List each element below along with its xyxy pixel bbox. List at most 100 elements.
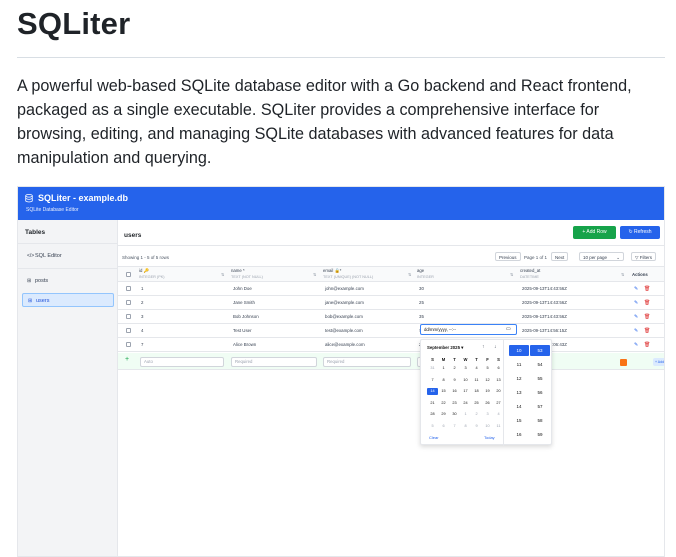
table-row[interactable]: 1 John Doe john@example.com 30 2025-09-1… <box>118 282 664 296</box>
cell-id[interactable]: 3 <box>141 314 143 319</box>
calendar-day[interactable]: 12 <box>482 377 493 384</box>
clear-button[interactable]: Clear <box>429 435 439 440</box>
calendar-day[interactable]: 21 <box>427 400 438 407</box>
calendar-day[interactable]: 5 <box>427 423 438 430</box>
hour-option[interactable]: 14 <box>509 401 529 412</box>
row-checkbox[interactable] <box>126 300 131 305</box>
refresh-button[interactable]: ↻ Refresh <box>620 226 660 239</box>
trash-icon[interactable]: 🗑 <box>644 286 650 292</box>
calendar-day[interactable]: 7 <box>449 423 460 430</box>
calendar-day[interactable]: 10 <box>460 377 471 384</box>
column-header-created-at[interactable]: created_at DATETIME <box>520 268 540 280</box>
calendar-day[interactable]: 4 <box>471 365 482 372</box>
add-button[interactable]: + Add <box>653 358 664 366</box>
calendar-day[interactable]: 1 <box>438 365 449 372</box>
cell-created-at[interactable]: 2025-09-13T14:43:56Z <box>522 314 567 319</box>
sort-icon[interactable]: ⇅ <box>221 272 224 277</box>
minute-option[interactable]: 59 <box>530 429 550 440</box>
minute-option[interactable]: 53 <box>530 345 550 356</box>
trash-icon[interactable]: 🗑 <box>644 328 650 334</box>
sidebar-item-sql-editor[interactable]: </>SQL Editor <box>22 249 114 263</box>
row-checkbox[interactable] <box>126 328 131 333</box>
add-row-button[interactable]: + Add Row <box>573 226 616 239</box>
calendar-day[interactable]: 5 <box>482 365 493 372</box>
calendar-day[interactable]: 2 <box>449 365 460 372</box>
calendar-day[interactable]: 15 <box>438 388 449 395</box>
row-checkbox[interactable] <box>126 286 131 291</box>
minute-option[interactable]: 55 <box>530 373 550 384</box>
cell-age[interactable]: 30 <box>419 286 424 291</box>
cell-email[interactable]: test@example.com <box>325 328 363 333</box>
calendar-day[interactable]: 14 <box>427 388 438 395</box>
select-all-checkbox[interactable] <box>126 272 131 277</box>
calendar-day[interactable]: 18 <box>471 388 482 395</box>
row-checkbox[interactable] <box>126 342 131 347</box>
calendar-day[interactable]: 30 <box>449 411 460 418</box>
table-row[interactable]: 2 Jane Smith jane@example.com 25 2025-09… <box>118 296 664 310</box>
cell-name[interactable]: Bob Johnson <box>233 314 259 319</box>
table-row[interactable]: 3 Bob Johnson bob@example.com 35 2025-09… <box>118 310 664 324</box>
cell-id[interactable]: 7 <box>141 342 143 347</box>
hour-option[interactable]: 16 <box>509 429 529 440</box>
hour-option[interactable]: 12 <box>509 373 529 384</box>
hour-option[interactable]: 11 <box>509 359 529 370</box>
calendar-day[interactable]: 23 <box>449 400 460 407</box>
column-header-age[interactable]: age INTEGER <box>417 268 434 280</box>
edit-icon[interactable]: ✎ <box>634 342 638 348</box>
calendar-day[interactable]: 11 <box>471 377 482 384</box>
cell-name[interactable]: Test User <box>233 328 252 333</box>
calendar-day[interactable]: 9 <box>449 377 460 384</box>
hour-option[interactable]: 13 <box>509 387 529 398</box>
table-row[interactable]: 7 Alice Brown alice@example.com 25 2025-… <box>118 338 664 352</box>
cell-id[interactable]: 1 <box>141 286 143 291</box>
table-row[interactable]: 4 Test User test@example.com NULL 2025-0… <box>118 324 664 338</box>
new-id-input[interactable]: Auto <box>140 357 224 367</box>
new-name-input[interactable]: Required <box>231 357 317 367</box>
null-toggle[interactable] <box>620 359 627 366</box>
column-header-id[interactable]: id 🔑 INTEGER (PK) <box>139 268 165 280</box>
calendar-day[interactable]: 10 <box>482 423 493 430</box>
cell-id[interactable]: 4 <box>141 328 143 333</box>
sort-icon[interactable]: ⇅ <box>510 272 513 277</box>
cell-name[interactable]: Jane Smith <box>233 300 255 305</box>
cell-created-at[interactable]: 2025-09-13T14:43:56Z <box>522 300 567 305</box>
calendar-day[interactable]: 16 <box>449 388 460 395</box>
calendar-day[interactable]: 3 <box>482 411 493 418</box>
calendar-day[interactable]: 6 <box>438 423 449 430</box>
calendar-day[interactable]: 2 <box>471 411 482 418</box>
calendar-day[interactable]: 1 <box>460 411 471 418</box>
calendar-day[interactable]: 28 <box>427 411 438 418</box>
calendar-day[interactable]: 9 <box>471 423 482 430</box>
calendar-day[interactable]: 29 <box>438 411 449 418</box>
edit-icon[interactable]: ✎ <box>634 328 638 334</box>
cell-email[interactable]: john@example.com <box>325 286 364 291</box>
arrow-up-icon[interactable]: ↑ <box>482 344 485 350</box>
cell-email[interactable]: bob@example.com <box>325 314 363 319</box>
calendar-day[interactable]: 24 <box>460 400 471 407</box>
calendar-day[interactable]: 25 <box>471 400 482 407</box>
today-button[interactable]: Today <box>484 435 495 440</box>
calendar-day[interactable]: 22 <box>438 400 449 407</box>
sort-icon[interactable]: ⇅ <box>621 272 624 277</box>
column-header-name[interactable]: name * TEXT (NOT NULL) <box>231 268 263 280</box>
edit-icon[interactable]: ✎ <box>634 286 638 292</box>
calendar-day[interactable]: 19 <box>482 388 493 395</box>
cell-name[interactable]: Alice Brown <box>233 342 256 347</box>
trash-icon[interactable]: 🗑 <box>644 314 650 320</box>
minute-option[interactable]: 57 <box>530 401 550 412</box>
sort-icon[interactable]: ⇅ <box>408 272 411 277</box>
cell-email[interactable]: jane@example.com <box>325 300 364 305</box>
calendar-day[interactable]: 31 <box>427 365 438 372</box>
calendar-day[interactable]: 7 <box>427 377 438 384</box>
month-select[interactable]: September 2025 ▾ <box>427 345 463 351</box>
cell-age[interactable]: 35 <box>419 314 424 319</box>
calendar-day[interactable]: 26 <box>482 400 493 407</box>
sidebar-item-users[interactable]: ⊞ users <box>22 293 114 307</box>
edit-icon[interactable]: ✎ <box>634 314 638 320</box>
sort-icon[interactable]: ⇅ <box>313 272 316 277</box>
cell-id[interactable]: 2 <box>141 300 143 305</box>
hour-option[interactable]: 15 <box>509 415 529 426</box>
sidebar-item-posts[interactable]: ⊞ posts <box>22 274 114 288</box>
calendar-icon[interactable]: ▭ <box>506 326 511 332</box>
new-email-input[interactable]: Required <box>323 357 411 367</box>
